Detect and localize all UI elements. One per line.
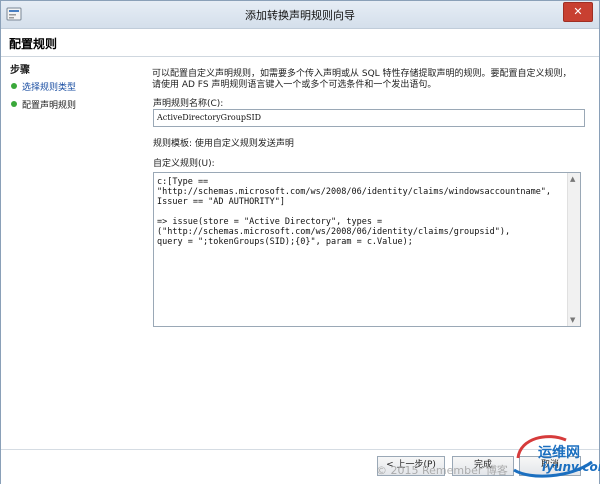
content-panel: 可以配置自定义声明规则，如需要多个传入声明或从 SQL 特性存储提取声明的规则。…	[149, 57, 587, 449]
custom-rule-label: 自定义规则(U):	[153, 159, 215, 169]
rule-scrollbar[interactable]: ▲ ▼	[567, 173, 580, 326]
rule-name-label: 声明规则名称(C):	[153, 99, 224, 109]
step-label: 配置声明规则	[22, 100, 77, 111]
title-bar: 添加转换声明规则向导 ✕	[1, 1, 599, 29]
scroll-down-icon[interactable]: ▼	[570, 316, 575, 324]
scroll-up-icon[interactable]: ▲	[570, 175, 575, 183]
wizard-window: 添加转换声明规则向导 ✕ 配置规则 步骤 选择规则类型 配置声明规则 可以配置自…	[0, 0, 600, 484]
custom-rule-text: c:[Type == "http://schemas.microsoft.com…	[157, 177, 552, 247]
logo-text-en: iyunv.com	[542, 460, 600, 474]
copyright-watermark: © 2015 Remember 博客	[376, 464, 508, 477]
window-title: 添加转换声明规则向导	[245, 9, 355, 22]
step-current-icon	[11, 101, 17, 107]
step-select-rule-type[interactable]: 选择规则类型	[11, 79, 76, 93]
page-header: 配置规则	[1, 29, 599, 57]
logo-text-cn: 运维网	[538, 445, 580, 461]
step-configure-claim-rule: 配置声明规则	[11, 97, 76, 111]
description-text: 可以配置自定义声明规则，如需要多个传入声明或从 SQL 特性存储提取声明的规则。…	[152, 69, 572, 90]
steps-panel: 步骤 选择规则类型 配置声明规则	[1, 57, 139, 449]
template-label: 规则模板: 使用自定义规则发送声明	[153, 139, 294, 149]
page-title: 配置规则	[9, 37, 58, 51]
custom-rule-textarea[interactable]: c:[Type == "http://schemas.microsoft.com…	[153, 172, 581, 327]
site-logo: 运维网 iyunv.com	[508, 424, 600, 482]
rule-name-input[interactable]: ActiveDirectoryGroupSID	[153, 109, 585, 127]
steps-heading: 步骤	[10, 65, 30, 76]
close-button[interactable]: ✕	[563, 2, 593, 22]
close-icon: ✕	[573, 5, 583, 18]
step-complete-icon	[11, 83, 17, 89]
step-label: 选择规则类型	[22, 82, 77, 93]
